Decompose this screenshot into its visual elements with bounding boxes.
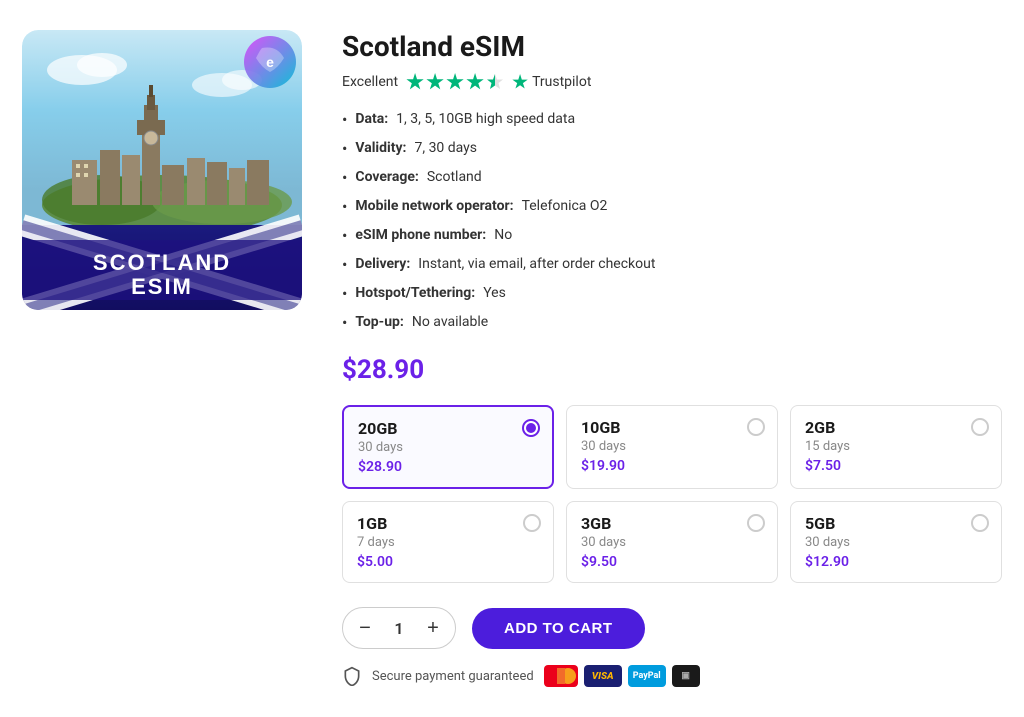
spec-coverage: Coverage: Scotland (342, 167, 1002, 190)
spec-delivery-value: Instant, via email, after order checkout (418, 254, 655, 275)
spec-topup: Top-up: No available (342, 312, 1002, 335)
spec-data-value: 1, 3, 5, 10GB high speed data (396, 109, 575, 130)
spec-data-label: Data: (355, 109, 388, 130)
plan-2gb[interactable]: 2GB 15 days $7.50 (790, 405, 1002, 489)
plan-3gb[interactable]: 3GB 30 days $9.50 (566, 501, 778, 583)
product-image: SCOTLAND ESIM e (22, 30, 302, 310)
trustpilot-badge: Trustpilot (512, 74, 591, 90)
quantity-decrease-button[interactable]: − (347, 610, 383, 646)
svg-text:SCOTLAND: SCOTLAND (93, 250, 231, 275)
spec-phone-label: eSIM phone number: (355, 225, 486, 246)
svg-text:e: e (266, 54, 274, 70)
plan-3gb-days: 30 days (581, 535, 763, 550)
spec-validity-label: Validity: (355, 138, 406, 159)
plan-10gb-days: 30 days (581, 439, 763, 454)
plan-1gb-price: $5.00 (357, 554, 539, 570)
quantity-value: 1 (383, 619, 415, 638)
star-half-icon (486, 73, 504, 91)
spec-topup-value: No available (412, 312, 488, 333)
star-4 (466, 73, 484, 91)
plan-5gb[interactable]: 5GB 30 days $12.90 (790, 501, 1002, 583)
spec-delivery-label: Delivery: (355, 254, 410, 275)
plan-20gb-days: 30 days (358, 440, 538, 455)
spec-hotspot: Hotspot/Tethering: Yes (342, 283, 1002, 306)
plan-5gb-price: $12.90 (805, 554, 987, 570)
spec-hotspot-value: Yes (483, 283, 506, 304)
plan-2gb-name: 2GB (805, 418, 987, 437)
product-details: Scotland eSIM Excellent (342, 30, 1002, 687)
product-price: $28.90 (342, 355, 1002, 385)
shield-icon (342, 666, 362, 686)
secure-payment-label: Secure payment guaranteed (372, 669, 534, 684)
plan-1gb-radio[interactable] (523, 514, 541, 532)
cart-row: − 1 + ADD TO CART (342, 607, 1002, 649)
product-image-wrapper: SCOTLAND ESIM e (22, 30, 302, 687)
rating-label: Excellent (342, 74, 398, 90)
add-to-cart-button[interactable]: ADD TO CART (472, 608, 645, 649)
plan-10gb-name: 10GB (581, 418, 763, 437)
plan-3gb-radio[interactable] (747, 514, 765, 532)
plan-2gb-price: $7.50 (805, 458, 987, 474)
star-3 (446, 73, 464, 91)
star-rating (406, 73, 504, 91)
star-2 (426, 73, 444, 91)
spec-operator-value: Telefonica O2 (522, 196, 608, 217)
paypal-icon: PayPal (628, 665, 666, 687)
plan-20gb-price: $28.90 (358, 459, 538, 475)
plan-1gb[interactable]: 1GB 7 days $5.00 (342, 501, 554, 583)
payment-icons: VISA PayPal ▣ (544, 665, 700, 687)
rating-row: Excellent Trustpilo (342, 73, 1002, 91)
quantity-control: − 1 + (342, 607, 456, 649)
spec-coverage-label: Coverage: (355, 167, 418, 188)
plan-10gb-price: $19.90 (581, 458, 763, 474)
plan-2gb-days: 15 days (805, 439, 987, 454)
plan-3gb-name: 3GB (581, 514, 763, 533)
product-page: SCOTLAND ESIM e Scotland eSIM Excellent (22, 30, 1002, 687)
plan-10gb[interactable]: 10GB 30 days $19.90 (566, 405, 778, 489)
plans-grid: 20GB 30 days $28.90 10GB 30 days $19.90 … (342, 405, 1002, 583)
spec-operator-label: Mobile network operator: (355, 196, 513, 217)
plan-1gb-name: 1GB (357, 514, 539, 533)
plan-3gb-price: $9.50 (581, 554, 763, 570)
secure-payment-row: Secure payment guaranteed VISA PayPal ▣ (342, 665, 1002, 687)
plan-5gb-days: 30 days (805, 535, 987, 550)
spec-topup-label: Top-up: (355, 312, 403, 333)
visa-icon: VISA (584, 665, 622, 687)
spec-phone: eSIM phone number: No (342, 225, 1002, 248)
trustpilot-label: Trustpilot (532, 74, 591, 90)
mastercard-icon (544, 665, 578, 687)
quantity-increase-button[interactable]: + (415, 610, 451, 646)
spec-data: Data: 1, 3, 5, 10GB high speed data (342, 109, 1002, 132)
specs-list: Data: 1, 3, 5, 10GB high speed data Vali… (342, 109, 1002, 335)
plan-2gb-radio[interactable] (971, 418, 989, 436)
plan-5gb-name: 5GB (805, 514, 987, 533)
spec-validity-value: 7, 30 days (414, 138, 477, 159)
spec-phone-value: No (494, 225, 512, 246)
svg-text:ESIM: ESIM (131, 274, 193, 299)
spec-delivery: Delivery: Instant, via email, after orde… (342, 254, 1002, 277)
plan-20gb-radio[interactable] (522, 419, 540, 437)
plan-1gb-days: 7 days (357, 535, 539, 550)
other-payment-icon: ▣ (672, 665, 700, 687)
plan-20gb-name: 20GB (358, 419, 538, 438)
product-title: Scotland eSIM (342, 30, 1002, 63)
plan-10gb-radio[interactable] (747, 418, 765, 436)
spec-hotspot-label: Hotspot/Tethering: (355, 283, 475, 304)
spec-validity: Validity: 7, 30 days (342, 138, 1002, 161)
star-1 (406, 73, 424, 91)
spec-operator: Mobile network operator: Telefonica O2 (342, 196, 1002, 219)
plan-5gb-radio[interactable] (971, 514, 989, 532)
trustpilot-star-icon (512, 74, 528, 90)
plan-20gb[interactable]: 20GB 30 days $28.90 (342, 405, 554, 489)
spec-coverage-value: Scotland (427, 167, 482, 188)
